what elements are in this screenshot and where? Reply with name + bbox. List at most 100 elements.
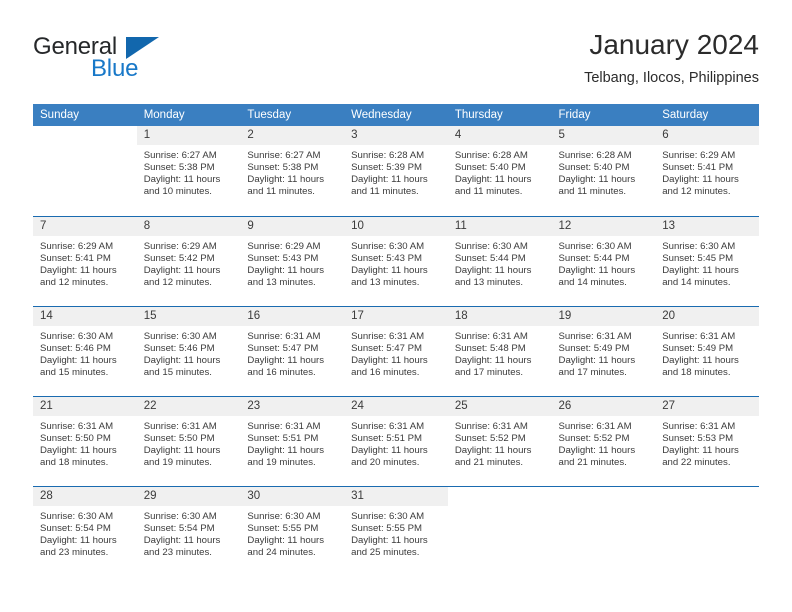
day-cell-inner: 5 Sunrise: 6:28 AM Sunset: 5:40 PM Daylight… xyxy=(551,126,656,216)
sunset-text: Sunset: 5:54 PM xyxy=(40,523,111,535)
sunrise-text: Sunrise: 6:30 AM xyxy=(351,511,425,522)
weekday-header-friday: Friday xyxy=(551,104,656,126)
day-number: 30 xyxy=(240,487,345,506)
day-number: 26 xyxy=(551,397,656,416)
daylight-text-line2: and 14 minutes. xyxy=(662,277,731,289)
day-sun-info: Sunrise: 6:31 AM Sunset: 5:49 PM Daylight:… xyxy=(552,326,656,379)
calendar-day-cell[interactable]: 28 Sunrise: 6:30 AM Sunset: 5:54 PM Dayligh… xyxy=(33,486,137,576)
day-number: 4 xyxy=(447,126,552,145)
sunrise-text: Sunrise: 6:30 AM xyxy=(558,241,632,252)
calendar-day-cell[interactable]: 11 Sunrise: 6:30 AM Sunset: 5:44 PM Dayligh… xyxy=(447,216,552,306)
daylight-text-line2: and 15 minutes. xyxy=(143,367,212,379)
daylight-text-line2: and 18 minutes. xyxy=(40,457,109,469)
daylight-text-line2: and 17 minutes. xyxy=(558,367,627,379)
day-sun-info: Sunrise: 6:30 AM Sunset: 5:46 PM Daylight:… xyxy=(33,326,137,379)
calendar-body: 1 Sunrise: 6:27 AM Sunset: 5:38 PM Daylight… xyxy=(33,126,759,576)
daylight-text-line2: and 11 minutes. xyxy=(558,186,627,198)
day-sun-info: Sunrise: 6:31 AM Sunset: 5:47 PM Daylight:… xyxy=(240,326,344,379)
sunrise-text: Sunrise: 6:30 AM xyxy=(351,241,425,252)
brand-logo[interactable]: General Blue xyxy=(33,34,183,94)
daylight-text-line2: and 21 minutes. xyxy=(454,457,524,469)
daylight-text-line2: and 21 minutes. xyxy=(558,457,627,469)
sunset-text: Sunset: 5:51 PM xyxy=(351,433,423,445)
calendar-day-cell[interactable]: 15 Sunrise: 6:30 AM Sunset: 5:46 PM Dayligh… xyxy=(136,306,241,396)
calendar-day-cell[interactable]: 2 Sunrise: 6:27 AM Sunset: 5:38 PM Daylight… xyxy=(240,126,345,216)
calendar-day-cell[interactable]: 9 Sunrise: 6:29 AM Sunset: 5:43 PM Daylight… xyxy=(240,216,345,306)
calendar-day-cell[interactable]: 13 Sunrise: 6:30 AM Sunset: 5:45 PM Dayligh… xyxy=(655,216,759,306)
calendar-day-cell[interactable]: 7 Sunrise: 6:29 AM Sunset: 5:41 PM Daylight… xyxy=(33,216,137,306)
daylight-text-line2: and 13 minutes. xyxy=(351,277,420,289)
calendar-day-cell[interactable]: 19 Sunrise: 6:31 AM Sunset: 5:49 PM Dayligh… xyxy=(551,306,656,396)
daylight-text-line1: Daylight: 11 hours xyxy=(662,174,739,186)
day-cell-inner: 17 Sunrise: 6:31 AM Sunset: 5:47 PM Dayligh… xyxy=(344,306,448,396)
sunset-text: Sunset: 5:40 PM xyxy=(454,162,526,174)
calendar-day-cell[interactable]: 8 Sunrise: 6:29 AM Sunset: 5:42 PM Daylight… xyxy=(136,216,241,306)
day-number: 21 xyxy=(33,397,137,416)
calendar-day-cell[interactable]: 17 Sunrise: 6:31 AM Sunset: 5:47 PM Dayligh… xyxy=(344,306,448,396)
day-sun-info: Sunrise: 6:30 AM Sunset: 5:45 PM Daylight:… xyxy=(655,236,759,289)
daylight-text-line2: and 13 minutes. xyxy=(247,277,316,289)
brand-name-blue: Blue xyxy=(91,55,139,82)
calendar-day-cell[interactable]: 5 Sunrise: 6:28 AM Sunset: 5:40 PM Daylight… xyxy=(551,126,656,216)
calendar-day-cell[interactable]: 16 Sunrise: 6:31 AM Sunset: 5:47 PM Dayligh… xyxy=(240,306,345,396)
location-subtitle: Telbang, Ilocos, Philippines xyxy=(584,70,759,86)
sunrise-text: Sunrise: 6:27 AM xyxy=(247,150,321,161)
day-cell-inner xyxy=(655,486,759,576)
calendar-day-cell[interactable]: 3 Sunrise: 6:28 AM Sunset: 5:39 PM Daylight… xyxy=(344,126,448,216)
day-cell-inner: 20 Sunrise: 6:31 AM Sunset: 5:49 PM Dayligh… xyxy=(655,306,759,396)
calendar-day-cell[interactable]: 4 Sunrise: 6:28 AM Sunset: 5:40 PM Daylight… xyxy=(447,126,552,216)
calendar-day-cell[interactable]: 24 Sunrise: 6:31 AM Sunset: 5:51 PM Dayligh… xyxy=(344,396,448,486)
day-cell-inner: 3 Sunrise: 6:28 AM Sunset: 5:39 PM Daylight… xyxy=(344,126,448,216)
daylight-text-line2: and 16 minutes. xyxy=(351,367,420,379)
day-sun-info: Sunrise: 6:29 AM Sunset: 5:41 PM Daylight:… xyxy=(33,236,137,289)
daylight-text-line1: Daylight: 11 hours xyxy=(143,535,221,547)
calendar-day-cell[interactable]: 31 Sunrise: 6:30 AM Sunset: 5:55 PM Dayligh… xyxy=(344,486,448,576)
sunset-text: Sunset: 5:38 PM xyxy=(247,162,319,174)
day-sun-info: Sunrise: 6:31 AM Sunset: 5:47 PM Daylight:… xyxy=(344,326,448,379)
sunrise-text: Sunrise: 6:30 AM xyxy=(247,511,321,522)
calendar-day-cell[interactable]: 30 Sunrise: 6:30 AM Sunset: 5:55 PM Dayligh… xyxy=(240,486,345,576)
calendar-day-cell[interactable]: 12 Sunrise: 6:30 AM Sunset: 5:44 PM Dayligh… xyxy=(551,216,656,306)
sunset-text: Sunset: 5:42 PM xyxy=(143,253,215,265)
calendar-day-cell[interactable]: 14 Sunrise: 6:30 AM Sunset: 5:46 PM Dayligh… xyxy=(33,306,137,396)
day-cell-inner: 11 Sunrise: 6:30 AM Sunset: 5:44 PM Dayligh… xyxy=(447,216,552,306)
calendar-day-cell[interactable]: 10 Sunrise: 6:30 AM Sunset: 5:43 PM Dayligh… xyxy=(344,216,448,306)
day-sun-info: Sunrise: 6:31 AM Sunset: 5:50 PM Daylight:… xyxy=(33,416,137,469)
sunrise-text: Sunrise: 6:30 AM xyxy=(662,241,736,252)
sunset-text: Sunset: 5:49 PM xyxy=(558,343,630,355)
day-number: 24 xyxy=(344,397,448,416)
calendar-day-cell[interactable]: 27 Sunrise: 6:31 AM Sunset: 5:53 PM Dayligh… xyxy=(655,396,759,486)
day-sun-info: Sunrise: 6:29 AM Sunset: 5:43 PM Daylight:… xyxy=(240,236,344,289)
calendar-day-cell[interactable]: 26 Sunrise: 6:31 AM Sunset: 5:52 PM Dayligh… xyxy=(551,396,656,486)
sunrise-text: Sunrise: 6:31 AM xyxy=(558,421,632,432)
calendar-week-row: 28 Sunrise: 6:30 AM Sunset: 5:54 PM Dayligh… xyxy=(33,486,759,576)
calendar-day-cell[interactable]: 22 Sunrise: 6:31 AM Sunset: 5:50 PM Dayligh… xyxy=(136,396,241,486)
daylight-text-line1: Daylight: 11 hours xyxy=(247,445,325,457)
daylight-text-line1: Daylight: 11 hours xyxy=(40,535,117,547)
sunrise-text: Sunrise: 6:30 AM xyxy=(143,511,217,522)
day-cell-inner: 19 Sunrise: 6:31 AM Sunset: 5:49 PM Dayligh… xyxy=(551,306,656,396)
calendar-day-cell[interactable]: 21 Sunrise: 6:31 AM Sunset: 5:50 PM Dayligh… xyxy=(33,396,137,486)
calendar-day-cell[interactable]: 18 Sunrise: 6:31 AM Sunset: 5:48 PM Dayligh… xyxy=(447,306,552,396)
daylight-text-line2: and 10 minutes. xyxy=(143,186,212,198)
calendar-day-cell[interactable]: 1 Sunrise: 6:27 AM Sunset: 5:38 PM Daylight… xyxy=(136,126,241,216)
sunrise-text: Sunrise: 6:30 AM xyxy=(143,331,217,342)
day-sun-info: Sunrise: 6:29 AM Sunset: 5:42 PM Daylight:… xyxy=(137,236,241,289)
sunset-text: Sunset: 5:44 PM xyxy=(454,253,526,265)
day-sun-info: Sunrise: 6:31 AM Sunset: 5:53 PM Daylight:… xyxy=(655,416,759,469)
sunset-text: Sunset: 5:55 PM xyxy=(351,523,423,535)
calendar-day-cell[interactable]: 29 Sunrise: 6:30 AM Sunset: 5:54 PM Dayligh… xyxy=(136,486,241,576)
day-sun-info: Sunrise: 6:30 AM Sunset: 5:55 PM Daylight:… xyxy=(240,506,344,559)
calendar-week-row: 14 Sunrise: 6:30 AM Sunset: 5:46 PM Dayligh… xyxy=(33,306,759,396)
day-sun-info: Sunrise: 6:31 AM Sunset: 5:52 PM Daylight:… xyxy=(552,416,656,469)
day-number: 28 xyxy=(33,487,137,506)
day-number: 25 xyxy=(447,397,552,416)
calendar-day-cell[interactable]: 20 Sunrise: 6:31 AM Sunset: 5:49 PM Dayligh… xyxy=(655,306,759,396)
daylight-text-line1: Daylight: 11 hours xyxy=(351,265,428,277)
daylight-text-line2: and 25 minutes. xyxy=(351,547,420,559)
calendar-day-cell[interactable]: 25 Sunrise: 6:31 AM Sunset: 5:52 PM Dayligh… xyxy=(447,396,552,486)
daylight-text-line2: and 11 minutes. xyxy=(247,186,315,198)
daylight-text-line1: Daylight: 11 hours xyxy=(558,265,636,277)
calendar-day-cell[interactable]: 23 Sunrise: 6:31 AM Sunset: 5:51 PM Dayligh… xyxy=(240,396,345,486)
calendar-day-cell[interactable]: 6 Sunrise: 6:29 AM Sunset: 5:41 PM Daylight… xyxy=(655,126,759,216)
